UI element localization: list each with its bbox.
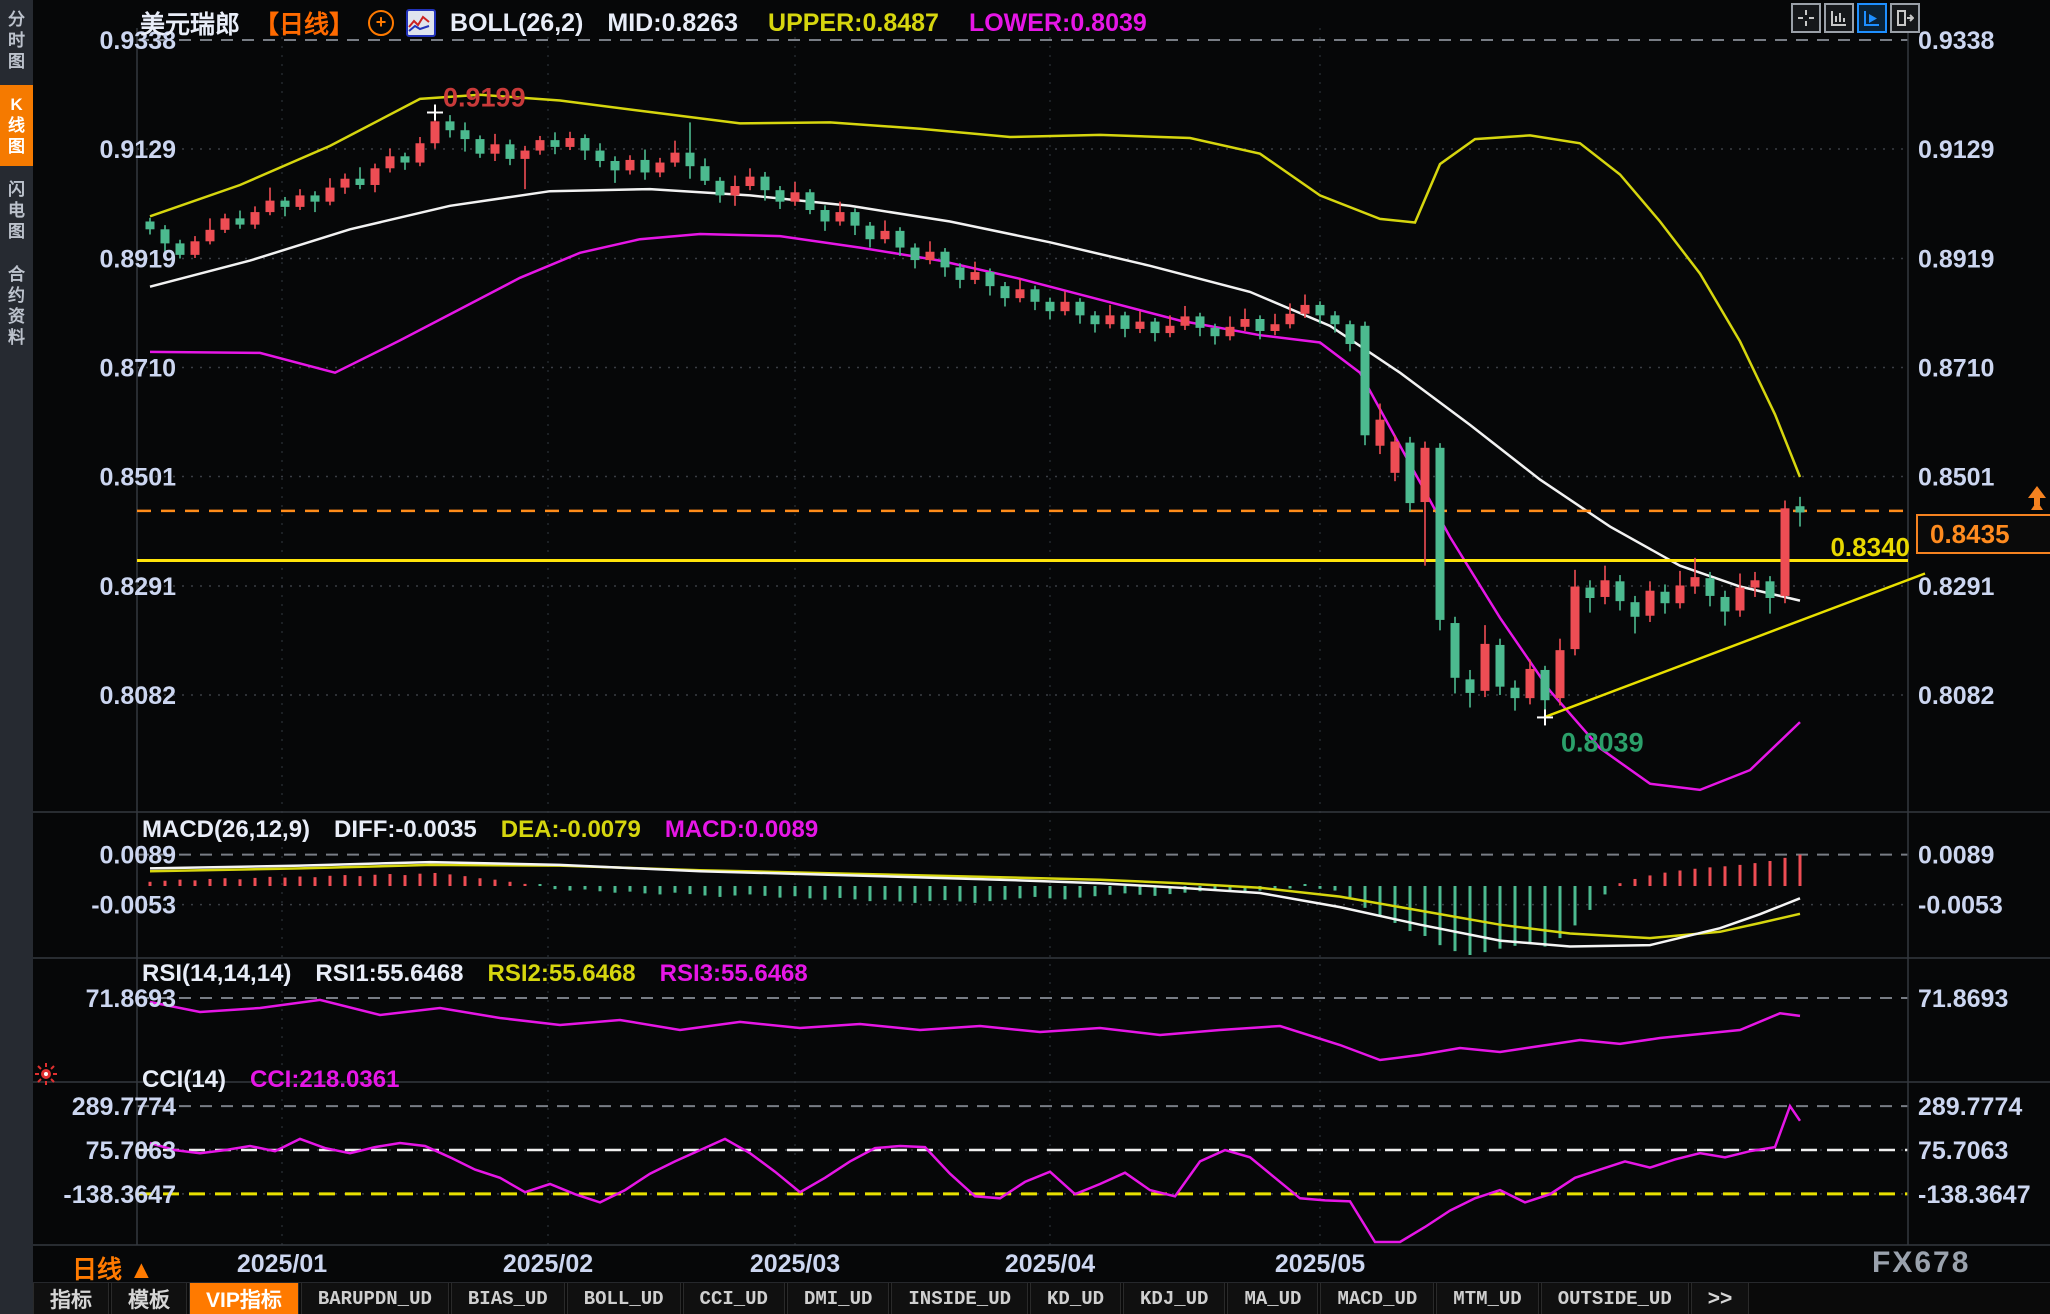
svg-text:0.8291: 0.8291 <box>1918 573 1995 601</box>
period-tag[interactable]: 【日线】 <box>254 5 354 41</box>
tab-bollud[interactable]: BOLL_UD <box>566 1283 681 1314</box>
boll-lower-value: LOWER:0.8039 <box>968 8 1147 37</box>
svg-text:71.8693: 71.8693 <box>1918 985 2008 1013</box>
svg-text:0.9199: 0.9199 <box>443 82 526 112</box>
sidebar-item-1[interactable]: K线图 <box>0 85 33 166</box>
trading-app-window: 分时图 K线图闪电图合约资料 0.9199 0.8039 0.9338 0.9338 0.… <box>0 0 2050 1314</box>
symbol-title: 美元瑞郎 <box>140 11 241 39</box>
tab-biasud[interactable]: BIAS_UD <box>450 1283 565 1314</box>
indicator-tabbar: 指标 模板 VIP指标 BARUPDN_UD BIAS_UD BOLL_UD CCI_UD D… <box>33 1282 2050 1314</box>
svg-text:0.8039: 0.8039 <box>1561 727 1644 757</box>
svg-text:2025/03: 2025/03 <box>750 1250 840 1278</box>
svg-text:0.8919: 0.8919 <box>100 246 176 274</box>
tab-insideud[interactable]: INSIDE_UD <box>891 1283 1029 1314</box>
alert-sun-icon[interactable] <box>34 1062 58 1091</box>
macd-diff-value: DIFF:-0.0035 <box>334 816 477 843</box>
svg-text:289.7774: 289.7774 <box>72 1093 176 1121</box>
axis-play-icon[interactable] <box>1857 3 1887 33</box>
period-selector[interactable]: 日线 ▲ <box>72 1250 154 1286</box>
svg-text:0.0089: 0.0089 <box>1918 842 1994 870</box>
macd-header: MACD(26,12,9) DIFF:-0.0035 DEA:-0.0079 M… <box>142 816 818 844</box>
svg-text:0.8919: 0.8919 <box>1918 246 1994 274</box>
chart-toolbar <box>1791 3 1920 33</box>
svg-text:2025/02: 2025/02 <box>503 1250 593 1278</box>
cci-name: CCI(14) <box>142 1066 227 1093</box>
tab-kdjud[interactable]: KDJ_UD <box>1123 1283 1226 1314</box>
svg-text:0.8082: 0.8082 <box>1918 682 1994 710</box>
svg-text:0.9338: 0.9338 <box>1918 27 1995 55</box>
sidebar-item-2[interactable]: 闪电图 <box>0 170 33 251</box>
svg-text:0.8710: 0.8710 <box>1918 355 1994 383</box>
tab-[interactable]: 指标 <box>33 1283 109 1314</box>
chart-header: 美元瑞郎 【日线】 + BOLL(26,2) MID:0.8263 UPPER:… <box>140 5 1147 41</box>
svg-text:-0.0053: -0.0053 <box>91 892 176 920</box>
svg-text:-0.0053: -0.0053 <box>1918 892 2003 920</box>
svg-text:0.8082: 0.8082 <box>100 682 176 710</box>
svg-text:289.7774: 289.7774 <box>1918 1093 2022 1121</box>
rsi1-value: RSI1:55.6468 <box>315 960 464 987</box>
svg-text:75.7063: 75.7063 <box>86 1137 176 1165</box>
boll-upper-value: UPPER:0.8487 <box>768 8 939 37</box>
tab-mtmud[interactable]: MTM_UD <box>1436 1283 1539 1314</box>
tab-barupdnud[interactable]: BARUPDN_UD <box>300 1283 449 1314</box>
tab-macdud[interactable]: MACD_UD <box>1320 1283 1435 1314</box>
tab-kdud[interactable]: KD_UD <box>1030 1283 1122 1314</box>
macd-dea-value: DEA:-0.0079 <box>500 816 641 843</box>
rsi2-value: RSI2:55.6468 <box>487 960 636 987</box>
chart-canvas[interactable]: 0.91990.80390.9338 0.93380.9129 0.91290.89… <box>0 0 2050 1314</box>
svg-text:2025/05: 2025/05 <box>1275 1250 1365 1278</box>
svg-text:0.8710: 0.8710 <box>100 355 176 383</box>
tab-[interactable]: 模板 <box>111 1283 187 1314</box>
svg-text:0.8291: 0.8291 <box>100 573 177 601</box>
tab-[interactable]: >> <box>1690 1283 1750 1314</box>
rsi-name: RSI(14,14,14) <box>142 960 292 987</box>
sidebar-item-3[interactable]: 合约资料 <box>0 255 33 357</box>
tab-dmiud[interactable]: DMI_UD <box>786 1283 890 1314</box>
current-price-value: 0.8435 <box>1930 518 2010 549</box>
tab-maud[interactable]: MA_UD <box>1227 1283 1319 1314</box>
price-up-arrow-icon <box>2026 484 2048 519</box>
svg-text:75.7063: 75.7063 <box>1918 1137 2008 1165</box>
svg-text:0.8501: 0.8501 <box>1918 463 1995 491</box>
svg-text:2025/04: 2025/04 <box>1005 1250 1095 1278</box>
cci-value: CCI:218.0361 <box>250 1066 400 1093</box>
yellow-level-label: 0.8340 <box>1830 532 1910 562</box>
macd-name: MACD(26,12,9) <box>142 816 311 843</box>
cci-header: CCI(14) CCI:218.0361 <box>142 1066 399 1094</box>
fx678-watermark: FX678 <box>1872 1246 1971 1279</box>
svg-text:-138.3647: -138.3647 <box>63 1181 176 1209</box>
pan-crosshair-icon[interactable] <box>1791 3 1821 33</box>
sidebar-item-0[interactable]: 分时图 <box>0 0 33 81</box>
svg-text:0.9129: 0.9129 <box>1918 136 1994 164</box>
axis-chart-icon[interactable] <box>1824 3 1854 33</box>
panel-arrow-icon[interactable] <box>1890 3 1920 33</box>
rsi3-value: RSI3:55.6468 <box>659 960 808 987</box>
svg-text:-138.3647: -138.3647 <box>1918 1181 2031 1209</box>
add-indicator-icon[interactable]: + <box>368 10 395 36</box>
current-price-badge: 0.8435 <box>1916 514 2050 554</box>
svg-text:0.8501: 0.8501 <box>100 463 177 491</box>
svg-text:0.9129: 0.9129 <box>100 136 176 164</box>
rsi-header: RSI(14,14,14) RSI1:55.6468 RSI2:55.6468 … <box>142 960 808 988</box>
chart-type-sidebar: 分时图 K线图闪电图合约资料 <box>0 0 33 1314</box>
tab-vip[interactable]: VIP指标 <box>189 1283 299 1314</box>
mini-chart-icon <box>406 9 437 37</box>
svg-text:2025/01: 2025/01 <box>237 1250 327 1278</box>
tab-cciud[interactable]: CCI_UD <box>682 1283 785 1314</box>
tab-outsideud[interactable]: OUTSIDE_UD <box>1540 1283 1689 1314</box>
svg-text:0.0089: 0.0089 <box>100 842 176 870</box>
svg-text:71.8693: 71.8693 <box>86 985 176 1013</box>
boll-indicator-label: BOLL(26,2) <box>450 8 584 37</box>
boll-mid-value: MID:0.8263 <box>607 8 739 37</box>
macd-macd-value: MACD:0.0089 <box>664 816 819 843</box>
